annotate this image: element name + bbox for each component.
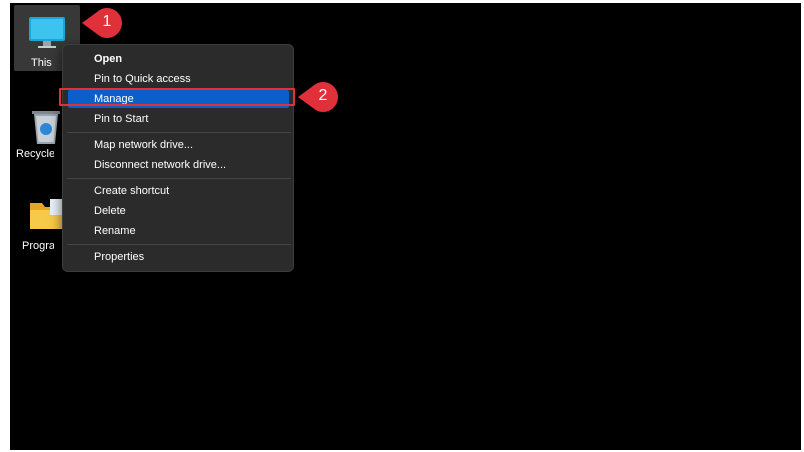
step-callout-2: 2 <box>296 81 338 113</box>
recycle-bin-icon <box>32 111 60 144</box>
desktop-icon-label: This PC <box>31 57 53 69</box>
step-callout-1: 1 <box>80 7 122 39</box>
menu-separator <box>67 132 291 133</box>
menu-item-pin-to-start[interactable]: Pin to Start <box>63 110 293 128</box>
menu-separator <box>67 244 291 245</box>
folder-icon <box>30 199 64 229</box>
context-menu: Open Pin to Quick access Manage Pin to S… <box>62 44 294 272</box>
menu-item-map-network-drive[interactable]: Map network drive... <box>63 136 293 154</box>
menu-item-disconnect-network-drive[interactable]: Disconnect network drive... <box>63 156 293 174</box>
menu-item-properties[interactable]: Properties <box>63 248 293 266</box>
manage-highlight-box <box>59 88 295 106</box>
menu-item-create-shortcut[interactable]: Create shortcut <box>63 182 293 200</box>
step-number: 2 <box>318 87 328 104</box>
screenshot: This PC Recycle Bin Programs Open Pin <box>0 0 804 452</box>
monitor-icon <box>29 17 65 48</box>
menu-item-open[interactable]: Open <box>63 50 293 68</box>
menu-item-delete[interactable]: Delete <box>63 202 293 220</box>
desktop-icon-label: Recycle Bin <box>16 148 54 160</box>
menu-item-rename[interactable]: Rename <box>63 222 293 240</box>
desktop-icon-label: Programs <box>22 240 54 252</box>
menu-separator <box>67 178 291 179</box>
desktop: This PC Recycle Bin Programs Open Pin <box>10 3 801 450</box>
step-number: 1 <box>102 13 112 30</box>
menu-item-pin-quick-access[interactable]: Pin to Quick access <box>63 70 293 88</box>
